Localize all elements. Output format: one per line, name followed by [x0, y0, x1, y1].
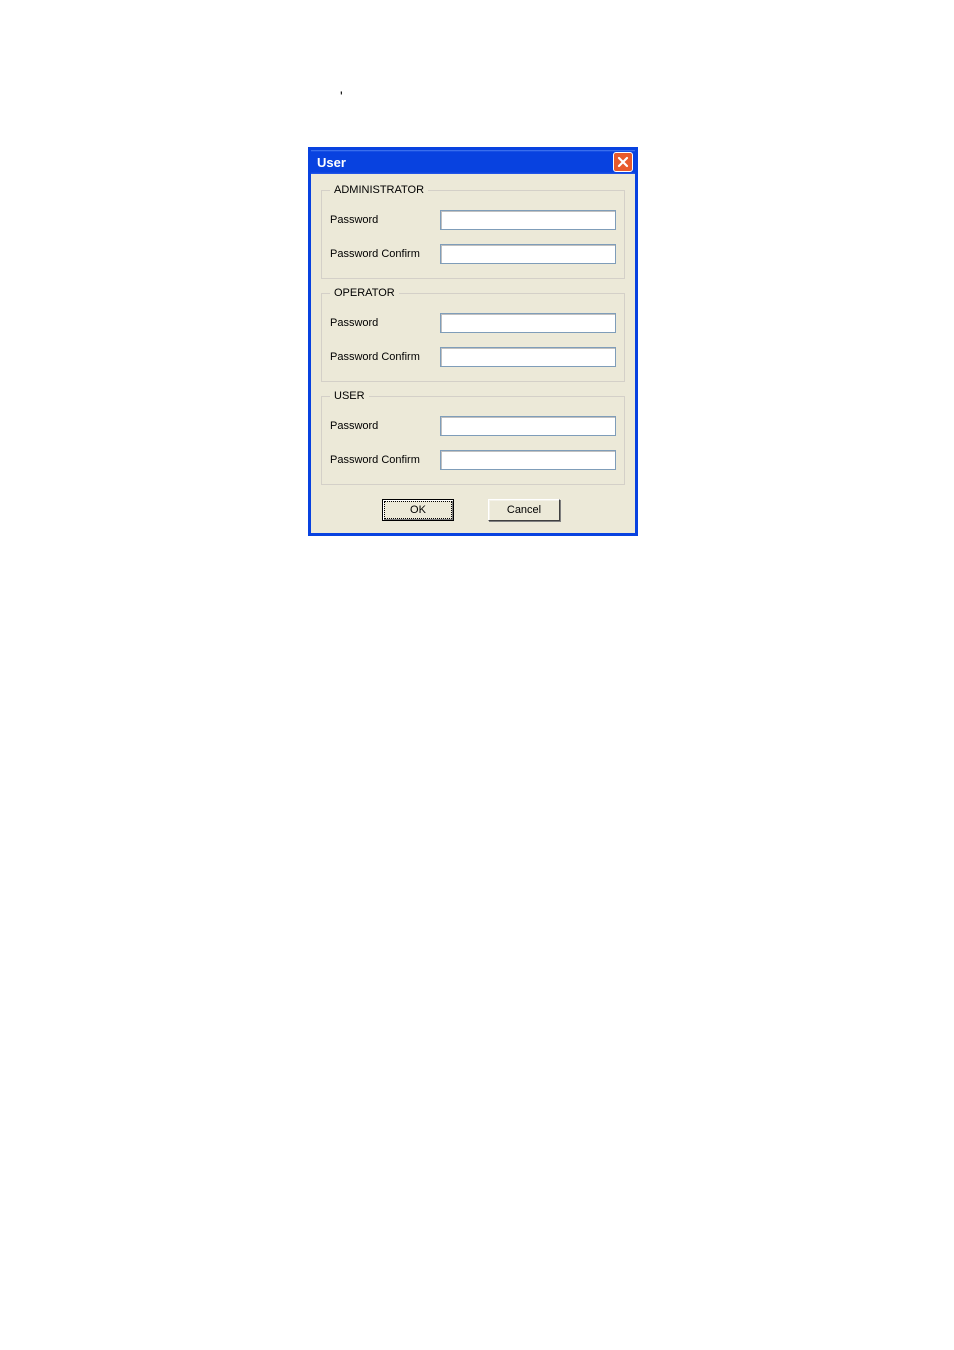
group-operator: OPERATOR Password Password Confirm [321, 287, 625, 382]
row-operator-confirm: Password Confirm [330, 347, 616, 367]
row-user-password: Password [330, 416, 616, 436]
label-operator-password: Password [330, 317, 440, 329]
ok-button[interactable]: OK [382, 499, 454, 521]
input-user-password[interactable] [440, 416, 616, 436]
dialog-body: ADMINISTRATOR Password Password Confirm … [311, 174, 635, 533]
titlebar-title: User [317, 155, 346, 170]
stray-apostrophe: ' [340, 88, 343, 104]
close-icon [617, 156, 629, 168]
group-legend-administrator: ADMINISTRATOR [330, 184, 428, 196]
label-user-password: Password [330, 420, 440, 432]
input-operator-password[interactable] [440, 313, 616, 333]
label-operator-confirm: Password Confirm [330, 351, 440, 363]
group-legend-user: USER [330, 390, 369, 402]
close-button[interactable] [613, 152, 633, 172]
row-admin-password: Password [330, 210, 616, 230]
input-admin-password[interactable] [440, 210, 616, 230]
label-admin-password: Password [330, 214, 440, 226]
cancel-button[interactable]: Cancel [488, 499, 560, 521]
input-user-confirm[interactable] [440, 450, 616, 470]
user-dialog: User ADMINISTRATOR Password Password Con… [308, 147, 638, 536]
button-row: OK Cancel [321, 499, 625, 521]
label-admin-confirm: Password Confirm [330, 248, 440, 260]
label-user-confirm: Password Confirm [330, 454, 440, 466]
row-operator-password: Password [330, 313, 616, 333]
row-admin-confirm: Password Confirm [330, 244, 616, 264]
group-administrator: ADMINISTRATOR Password Password Confirm [321, 184, 625, 279]
input-admin-confirm[interactable] [440, 244, 616, 264]
group-user: USER Password Password Confirm [321, 390, 625, 485]
group-legend-operator: OPERATOR [330, 287, 399, 299]
input-operator-confirm[interactable] [440, 347, 616, 367]
row-user-confirm: Password Confirm [330, 450, 616, 470]
titlebar[interactable]: User [311, 150, 635, 174]
